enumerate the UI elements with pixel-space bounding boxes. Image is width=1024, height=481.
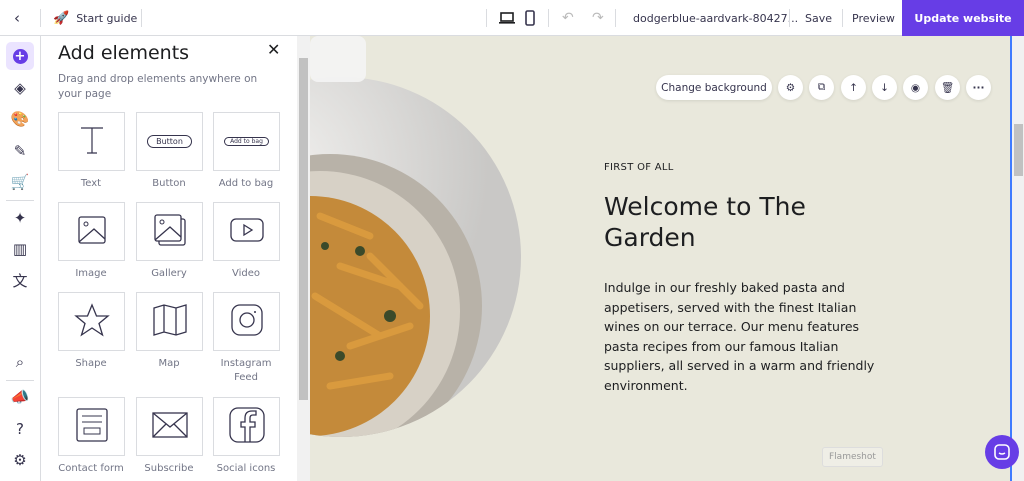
palette-icon[interactable]: 🎨	[6, 105, 34, 133]
move-up-icon[interactable]: ↑	[841, 75, 866, 100]
text-icon	[77, 125, 107, 159]
add-elements-panel: Add elements ✕ Drag and drop elements an…	[41, 36, 297, 481]
element-label: Map	[158, 358, 180, 369]
element-tile-subscribe[interactable]	[136, 397, 203, 456]
marketing-icon[interactable]: 📣	[6, 383, 34, 411]
analytics-icon[interactable]: ▥	[6, 235, 34, 263]
hero-title: Welcome to The Garden	[604, 192, 806, 252]
delete-icon[interactable]: 🗑	[935, 75, 960, 100]
element-label: Subscribe	[144, 463, 194, 474]
top-bar: ‹ 🚀 Start guide ↶ ↷ dodgerblue-aardvark-8…	[0, 0, 1024, 36]
sidebar-rail: + ◈ 🎨 ✎ 🛒 ✦ ▥ 文 ⌕ 📣 ? ⚙	[0, 36, 41, 481]
element-tile-contact-form[interactable]	[58, 397, 125, 456]
instagram-icon	[230, 303, 263, 340]
visibility-eye-icon[interactable]: ◉	[903, 75, 928, 100]
element-tile-video[interactable]	[213, 202, 280, 261]
map-icon	[152, 303, 188, 340]
image-icon	[77, 215, 107, 249]
add-to-bag-icon: Add to bag	[224, 137, 269, 146]
translate-icon[interactable]: 文	[6, 266, 34, 294]
gallery-icon	[153, 213, 187, 251]
element-label: Social icons	[216, 463, 276, 474]
close-icon[interactable]: ✕	[267, 40, 280, 59]
facebook-icon	[228, 406, 265, 447]
preview-button[interactable]: Preview	[852, 0, 895, 36]
element-tile-text[interactable]	[58, 112, 125, 171]
form-icon	[75, 407, 108, 446]
star-icon	[73, 302, 110, 341]
help-icon[interactable]: ?	[6, 415, 34, 443]
element-label: Image	[75, 268, 107, 279]
layers-icon[interactable]: ◈	[6, 74, 34, 102]
start-guide-button[interactable]: 🚀 Start guide	[53, 0, 137, 36]
element-label: Add to bag	[218, 178, 274, 189]
element-label: Text	[80, 178, 102, 189]
duplicate-icon[interactable]: ⧉	[809, 75, 834, 100]
settings-gear-icon[interactable]: ⚙	[778, 75, 803, 100]
move-down-icon[interactable]: ↓	[872, 75, 897, 100]
element-tile-map[interactable]	[136, 292, 203, 351]
save-button[interactable]: Save	[805, 0, 832, 36]
element-label: Instagram Feed	[220, 358, 272, 383]
element-tile-button[interactable]: Button	[136, 112, 203, 171]
canvas-scrollbar[interactable]	[1010, 36, 1024, 481]
flameshot-watermark: Flameshot	[822, 447, 883, 467]
panel-scrollbar[interactable]	[297, 36, 310, 481]
video-icon	[229, 217, 264, 246]
redo-icon[interactable]: ↷	[592, 0, 604, 36]
pen-icon[interactable]: ✎	[6, 137, 34, 165]
envelope-icon	[151, 411, 188, 442]
back-icon[interactable]: ‹	[14, 0, 20, 36]
hero-body: Indulge in our freshly baked pasta and a…	[604, 280, 875, 393]
site-name[interactable]: dodgerblue-aardvark-80427...	[633, 0, 798, 36]
element-tile-instagram-feed[interactable]	[213, 292, 280, 351]
hero-eyebrow: FIRST OF ALL	[604, 162, 674, 173]
website-canvas: Change background ⚙ ⧉ ↑ ↓ ◉ 🗑 ··· FIRST …	[310, 36, 1010, 481]
desktop-view-icon[interactable]	[498, 0, 516, 36]
element-tile-add-to-bag[interactable]: Add to bag	[213, 112, 280, 171]
element-label: Video	[231, 268, 261, 279]
add-elements-icon[interactable]: +	[6, 42, 34, 70]
rocket-icon: 🚀	[53, 10, 70, 26]
cart-icon[interactable]: 🛒	[6, 168, 34, 196]
element-label: Button	[152, 178, 186, 189]
chat-icon	[994, 444, 1010, 460]
update-website-button[interactable]: Update website	[902, 0, 1024, 36]
button-icon: Button	[147, 135, 192, 148]
element-tile-social-icons[interactable]	[213, 397, 280, 456]
undo-icon[interactable]: ↶	[562, 0, 574, 36]
ai-sparkle-icon[interactable]: ✦	[6, 204, 34, 232]
element-tile-gallery[interactable]	[136, 202, 203, 261]
search-icon[interactable]: ⌕	[6, 348, 34, 376]
element-label: Contact form	[58, 463, 124, 474]
panel-subtitle: Drag and drop elements anywhere on your …	[58, 73, 258, 100]
element-label: Gallery	[151, 268, 187, 279]
settings-icon[interactable]: ⚙	[6, 446, 34, 474]
element-tile-shape[interactable]	[58, 292, 125, 351]
panel-title: Add elements	[58, 42, 190, 64]
more-icon[interactable]: ···	[966, 75, 991, 100]
element-label: Shape	[75, 358, 107, 369]
chat-button[interactable]	[985, 435, 1019, 469]
pasta-image[interactable]	[310, 36, 1010, 481]
mobile-view-icon[interactable]	[524, 0, 536, 36]
change-background-button[interactable]: Change background	[656, 75, 772, 100]
element-tile-image[interactable]	[58, 202, 125, 261]
